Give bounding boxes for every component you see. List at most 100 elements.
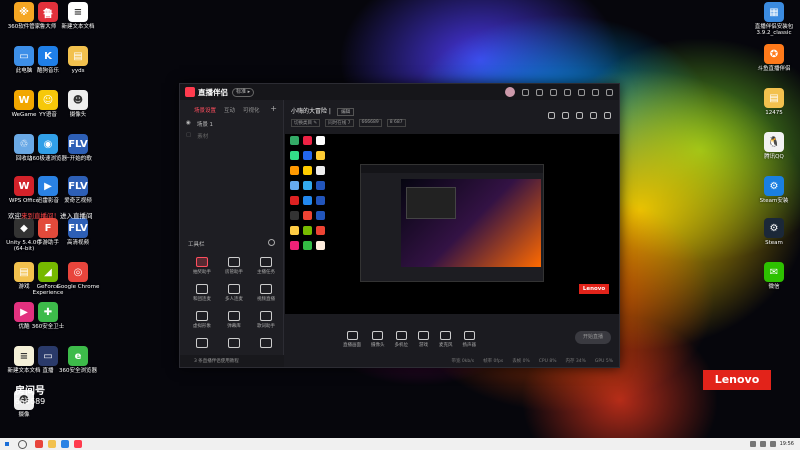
tool-item[interactable]: 和团连麦 [186,284,218,302]
tool-item[interactable]: 弹幕库 [218,311,250,329]
desktop-icon-label: 360安全卫士 [31,324,65,330]
source-control[interactable]: 摄像头 [371,330,385,348]
desktop-icon[interactable]: ⚙ Steam [752,218,796,246]
desktop-icon[interactable]: ▦ 直播伴侣安装包 3.9.2_classic [752,2,796,37]
sidebar-tabs: 场景设置 互动 可视化 [180,100,283,114]
menu-icon[interactable] [564,88,571,96]
preview-lenovo-logo: Lenovo [579,284,609,294]
status-item: 丢帧 0% [512,359,530,364]
desktop-icon[interactable]: FLV 高清视频 [56,218,100,246]
gift-icon[interactable] [548,112,555,119]
desktop-icon[interactable]: 🐧 腾讯QQ [752,132,796,160]
desktop-icon[interactable]: e 360安全浏览器 [56,346,100,374]
desktop-icon[interactable]: ✉ 微信 [752,262,796,290]
tool-icon [228,257,240,267]
taskbar-app-icon[interactable] [61,440,69,448]
start-button[interactable] [0,438,14,450]
preview-icon [316,211,325,220]
overlay-prefix: 欢迎 [8,212,21,220]
scene-item[interactable]: ◉ 场景 1 [180,114,283,128]
desktop-icon[interactable]: FLV 一开始的歌 [56,134,100,162]
ime-icon[interactable] [769,441,776,447]
minimize-icon[interactable] [578,88,585,96]
status-item: 帧率 0fps [483,359,504,364]
tool-item[interactable]: 虚拟形象 [186,311,218,329]
tool-icon [228,311,240,321]
share-icon[interactable] [604,112,611,119]
source-control[interactable]: 扬声器 [462,330,477,348]
preview-icon [303,166,312,175]
desktop-icon[interactable]: ◎ Google Chrome [56,262,100,290]
version-badge[interactable]: 标准 ▸ [232,87,255,97]
app-icon: ▶ [38,176,58,196]
user-avatar[interactable] [505,87,515,97]
tab-interact[interactable]: 互动 [224,106,235,114]
desktop-icon[interactable]: ⚙ Steam安装 [752,176,796,204]
tool-label: 房管助手 [225,270,243,275]
taskbar-app-icon[interactable] [35,440,43,448]
desktop-icon[interactable]: ✪ 斗鱼直播伴侣 [752,44,796,72]
app-icon: FLV [68,134,88,154]
tool-label: 抽奖助手 [193,270,211,275]
control-icon [418,330,429,340]
bell-icon[interactable] [590,112,597,119]
clock[interactable]: 19:56 [780,441,794,447]
tutorial-link[interactable]: 3 条直播伴侣使用教程 [180,355,284,367]
visibility-icon[interactable]: ◉ [186,120,191,128]
close-icon[interactable] [606,88,613,96]
app-icon: ✉ [764,262,784,282]
app-icon: ⚙ [764,218,784,238]
maximize-icon[interactable] [592,88,599,96]
material-icon: ▢ [186,132,192,138]
control-label: 扬声器 [462,342,477,348]
app-icon: 🐧 [764,132,784,152]
tool-item[interactable]: 房管助手 [218,257,250,275]
message-icon[interactable] [522,88,529,96]
source-control[interactable]: 麦克风 [439,330,453,348]
preview-canvas[interactable]: Lenovo [285,134,619,314]
desktop-icon[interactable]: ✚ 360安全卫士 [26,302,70,330]
taskbar-app-icon[interactable] [48,440,56,448]
gift-icon[interactable] [536,88,543,96]
search-icon[interactable] [18,439,27,449]
network-icon[interactable] [749,441,756,447]
control-icon [395,330,407,340]
desktop-icon[interactable]: ▤ 12475 [752,88,796,116]
desktop-icon[interactable]: FLV 爱奇艺视频 [56,176,100,204]
tool-item[interactable]: 主播任务 [250,257,282,275]
taskbar-app-icon[interactable] [74,440,82,448]
tab-visual[interactable]: 可视化 [243,106,260,114]
scene-material[interactable]: ▢ 素材 [180,128,283,140]
preview-icon [316,226,325,235]
room-meta-category[interactable]: 切换类目 ✎ [291,119,321,127]
source-control[interactable]: 直播画面 [343,330,361,348]
desktop-icon[interactable]: ▤ yyds [56,46,100,74]
desktop-icon-label: 微信 [768,284,780,290]
tool-item[interactable] [186,338,218,350]
room-badge-name: 房间号 [15,386,45,397]
app-icon: ✪ [764,44,784,64]
app-titlebar[interactable]: 直播伴侣 标准 ▸ [180,84,619,100]
app-icon: ≡ [68,2,88,22]
tools-title: 工具栏 [188,242,205,248]
tool-item[interactable]: 歌词助手 [250,311,282,329]
desktop-icon[interactable]: ☻ 摄像头 [56,90,100,118]
source-control[interactable]: 游戏 [418,330,429,348]
tab-scene[interactable]: 场景设置 [194,106,216,114]
tool-item[interactable] [218,338,250,350]
source-control[interactable]: 多机位 [395,330,408,348]
desktop-icon-label: 新建文本文档 [61,24,95,30]
tool-item[interactable]: 多人连麦 [218,284,250,302]
settings-icon[interactable] [550,88,557,96]
settings-icon[interactable] [576,112,583,119]
tool-item[interactable] [250,338,282,350]
tool-item[interactable]: 视频直播 [250,284,282,302]
add-scene-icon[interactable]: + [270,104,277,113]
lock-icon[interactable] [562,112,569,119]
desktop-icon[interactable]: ≡ 新建文本文档 [56,2,100,30]
edit-room-button[interactable]: 编辑 [337,108,355,116]
volume-icon[interactable] [759,441,766,447]
start-live-button[interactable]: 开始直播 [575,331,611,344]
tools-collapse-icon[interactable] [268,239,275,246]
tool-item[interactable]: 抽奖助手 [186,257,218,275]
